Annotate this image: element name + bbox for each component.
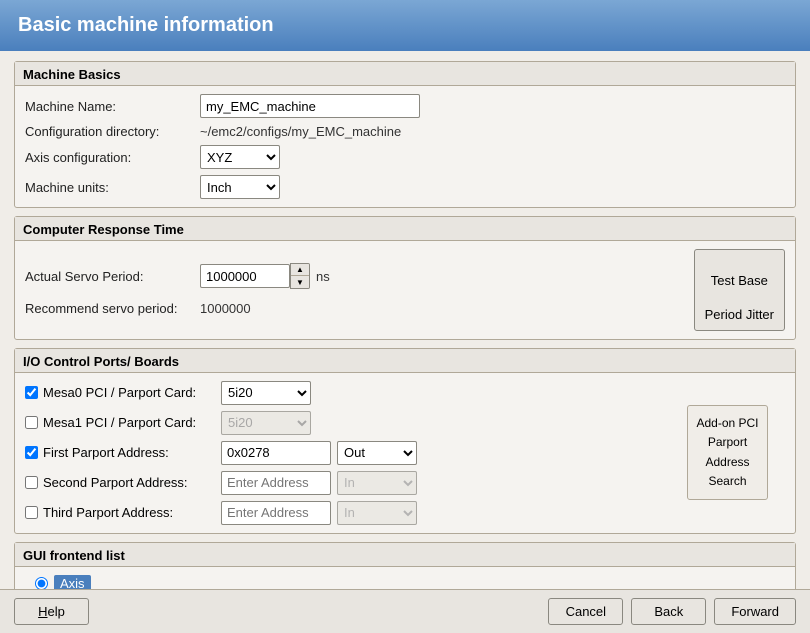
mesa1-checkbox-wrapper: Mesa1 PCI / Parport Card: xyxy=(25,415,215,430)
io-left: Mesa0 PCI / Parport Card: 5i20 5i22 7i43… xyxy=(25,381,662,525)
main-window: Basic machine information Machine Basics… xyxy=(0,0,810,633)
machine-name-input[interactable] xyxy=(200,94,420,118)
second-parport-input[interactable] xyxy=(221,471,331,495)
mesa1-label: Mesa1 PCI / Parport Card: xyxy=(43,415,215,430)
first-parport-checkbox[interactable] xyxy=(25,446,38,459)
third-parport-dir-select[interactable]: In Out xyxy=(337,501,417,525)
io-control-title: I/O Control Ports/ Boards xyxy=(15,349,795,373)
gui-axis-radio-row[interactable]: Axis xyxy=(35,575,785,589)
second-parport-row: Second Parport Address: In Out xyxy=(25,471,662,495)
servo-period-spinbox: ▲ ▼ xyxy=(200,263,310,289)
second-parport-checkbox-wrapper: Second Parport Address: xyxy=(25,475,215,490)
mesa0-row: Mesa0 PCI / Parport Card: 5i20 5i22 7i43 xyxy=(25,381,662,405)
computer-response-title: Computer Response Time xyxy=(15,217,795,241)
test-base-period-jitter-button[interactable]: Test Base Period Jitter xyxy=(694,249,785,331)
first-parport-dir-select[interactable]: Out In xyxy=(337,441,417,465)
machine-units-label: Machine units: xyxy=(25,180,200,195)
io-right: Add-on PCI Parport Address Search xyxy=(670,381,785,525)
machine-basics-title: Machine Basics xyxy=(15,62,795,86)
mesa0-checkbox-wrapper: Mesa0 PCI / Parport Card: xyxy=(25,385,215,400)
machine-units-row: Machine units: Inch mm xyxy=(25,175,785,199)
recommend-servo-label: Recommend servo period: xyxy=(25,301,200,316)
mesa1-select[interactable]: 5i20 5i22 7i43 xyxy=(221,411,311,435)
recommend-servo-row: Recommend servo period: 1000000 xyxy=(25,301,330,316)
servo-period-label: Actual Servo Period: xyxy=(25,269,200,284)
machine-basics-body: Machine Name: Configuration directory: ~… xyxy=(15,86,795,207)
forward-button[interactable]: Forward xyxy=(714,598,796,625)
config-dir-row: Configuration directory: ~/emc2/configs/… xyxy=(25,124,785,139)
content-area: Machine Basics Machine Name: Configurati… xyxy=(0,51,810,589)
recommend-servo-value: 1000000 xyxy=(200,301,251,316)
io-control-body: Mesa0 PCI / Parport Card: 5i20 5i22 7i43… xyxy=(15,373,795,533)
gui-frontend-title: GUI frontend list xyxy=(15,543,795,567)
mesa1-checkbox[interactable] xyxy=(25,416,38,429)
mesa0-checkbox[interactable] xyxy=(25,386,38,399)
crt-left: Actual Servo Period: ▲ ▼ ns Recommend se… xyxy=(25,263,330,316)
addon-pci-parport-button[interactable]: Add-on PCI Parport Address Search xyxy=(687,405,767,500)
axis-config-label: Axis configuration: xyxy=(25,150,200,165)
first-parport-input[interactable] xyxy=(221,441,331,465)
cancel-button[interactable]: Cancel xyxy=(548,598,623,625)
mesa1-row: Mesa1 PCI / Parport Card: 5i20 5i22 7i43 xyxy=(25,411,662,435)
second-parport-label: Second Parport Address: xyxy=(43,475,215,490)
first-parport-checkbox-wrapper: First Parport Address: xyxy=(25,445,215,460)
config-dir-value: ~/emc2/configs/my_EMC_machine xyxy=(200,124,401,139)
mesa0-select[interactable]: 5i20 5i22 7i43 xyxy=(221,381,311,405)
spinbox-down-button[interactable]: ▼ xyxy=(291,276,309,288)
computer-response-section: Computer Response Time Actual Servo Peri… xyxy=(14,216,796,340)
second-parport-dir-select[interactable]: In Out xyxy=(337,471,417,495)
mesa0-label: Mesa0 PCI / Parport Card: xyxy=(43,385,215,400)
machine-basics-section: Machine Basics Machine Name: Configurati… xyxy=(14,61,796,208)
third-parport-row: Third Parport Address: In Out xyxy=(25,501,662,525)
gui-axis-label: Axis xyxy=(54,575,91,589)
axis-config-row: Axis configuration: XYZ XZ XYZA XYZB xyxy=(25,145,785,169)
machine-name-label: Machine Name: xyxy=(25,99,200,114)
third-parport-input[interactable] xyxy=(221,501,331,525)
machine-units-select[interactable]: Inch mm xyxy=(200,175,280,199)
servo-period-input[interactable] xyxy=(200,264,290,288)
spinbox-buttons: ▲ ▼ xyxy=(290,263,310,289)
gui-frontend-section: GUI frontend list Axis TKemc Mini Touchy xyxy=(14,542,796,589)
first-parport-row: First Parport Address: Out In xyxy=(25,441,662,465)
first-parport-label: First Parport Address: xyxy=(43,445,215,460)
config-dir-label: Configuration directory: xyxy=(25,124,200,139)
button-bar: Help Cancel Back Forward xyxy=(0,589,810,633)
spinbox-up-button[interactable]: ▲ xyxy=(291,264,309,276)
third-parport-label: Third Parport Address: xyxy=(43,505,215,520)
bottom-right-buttons: Cancel Back Forward xyxy=(548,598,796,625)
window-title: Basic machine information xyxy=(0,0,810,51)
back-button[interactable]: Back xyxy=(631,598,706,625)
io-control-section: I/O Control Ports/ Boards Mesa0 PCI / Pa… xyxy=(14,348,796,534)
ns-label: ns xyxy=(316,269,330,284)
axis-config-select[interactable]: XYZ XZ XYZA XYZB xyxy=(200,145,280,169)
second-parport-checkbox[interactable] xyxy=(25,476,38,489)
gui-axis-radio[interactable] xyxy=(35,577,48,589)
third-parport-checkbox[interactable] xyxy=(25,506,38,519)
gui-frontend-body: Axis TKemc Mini Touchy xyxy=(15,567,795,589)
help-button[interactable]: Help xyxy=(14,598,89,625)
servo-period-row: Actual Servo Period: ▲ ▼ ns xyxy=(25,263,330,289)
machine-name-row: Machine Name: xyxy=(25,94,785,118)
computer-response-body: Actual Servo Period: ▲ ▼ ns Recommend se… xyxy=(15,241,795,339)
third-parport-checkbox-wrapper: Third Parport Address: xyxy=(25,505,215,520)
